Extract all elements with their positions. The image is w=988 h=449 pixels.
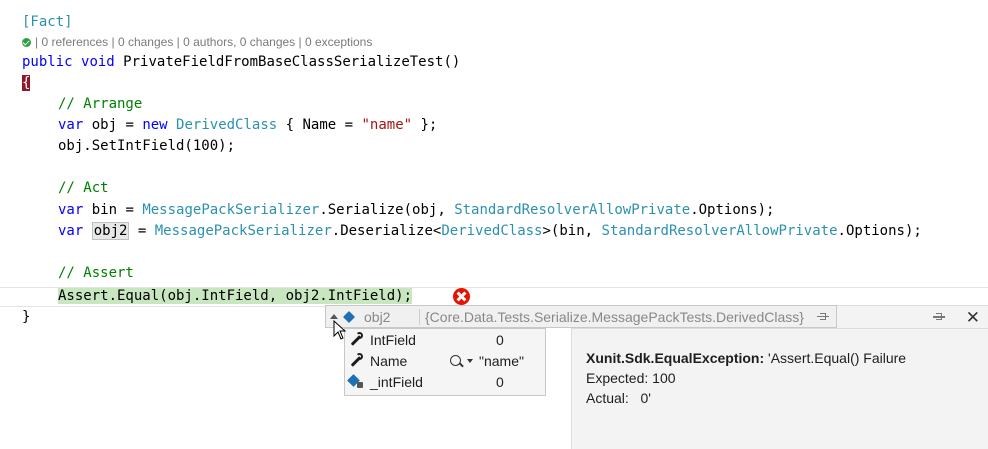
test-passed-icon[interactable]: [22, 37, 31, 47]
method-name: PrivateFieldFromBaseClassSerializeTest(): [123, 54, 461, 70]
datatip-variable-value[interactable]: {Core.Data.Tests.Serialize.MessagePackTe…: [419, 308, 816, 325]
mouse-cursor-icon: [333, 319, 347, 344]
exception-helper: Xunit.Sdk.EqualException: 'Assert.Equal(…: [571, 328, 988, 449]
comment-arrange: // Arrange: [58, 96, 143, 112]
line-new-obj: var obj = new DerivedClass { Name = "nam…: [58, 117, 438, 133]
exception-error-icon[interactable]: [453, 288, 470, 305]
expand-triangle-icon[interactable]: [330, 314, 338, 319]
line-deserialize: var obj2 = MessagePackSerializer.Deseria…: [58, 222, 922, 240]
attribute-fact: [Fact]: [22, 14, 73, 30]
close-brace: }: [22, 309, 31, 325]
member-row[interactable]: _intField 0: [345, 371, 545, 392]
comment-assert: // Assert: [58, 265, 134, 281]
datatip-variable-name: obj2: [364, 308, 391, 325]
codelens-bar[interactable]: | 0 references | 0 changes | 0 authors, …: [22, 35, 372, 49]
member-row[interactable]: IntField 0: [345, 329, 545, 350]
comment-act: // Act: [58, 180, 109, 196]
exception-message: 'Assert.Equal() Failure: [764, 350, 907, 366]
datatip-members: IntField 0 Name "name" _intField 0: [344, 328, 546, 396]
method-signature: public void PrivateFieldFromBaseClassSer…: [22, 54, 461, 70]
line-setintfield: obj.SetIntField(100);: [58, 138, 236, 154]
wrench-icon: [348, 352, 364, 369]
pin-icon[interactable]: [932, 310, 946, 324]
obj2-variable[interactable]: obj2: [91, 222, 130, 240]
exception-expected: Expected: 100: [586, 370, 676, 386]
private-field-icon: [348, 374, 364, 390]
datatip-header[interactable]: obj2 {Core.Data.Tests.Serialize.MessageP…: [325, 305, 837, 328]
chevron-down-icon[interactable]: [467, 358, 473, 363]
line-assert[interactable]: Assert.Equal(obj.IntField, obj2.IntField…: [22, 286, 413, 307]
exception-actual: Actual: 0': [586, 390, 651, 406]
exception-helper-titlebar: ✕: [837, 305, 988, 328]
close-icon[interactable]: ✕: [966, 308, 980, 328]
wrench-icon: [348, 331, 364, 348]
line-serialize: var bin = MessagePackSerializer.Serializ…: [58, 202, 775, 218]
exception-type: Xunit.Sdk.EqualException:: [586, 350, 765, 366]
open-brace: {: [22, 75, 31, 91]
pin-icon[interactable]: [816, 310, 830, 324]
member-row[interactable]: Name "name": [345, 350, 545, 371]
magnifier-icon[interactable]: [450, 355, 461, 366]
codelens-text[interactable]: | 0 references | 0 changes | 0 authors, …: [35, 35, 372, 49]
